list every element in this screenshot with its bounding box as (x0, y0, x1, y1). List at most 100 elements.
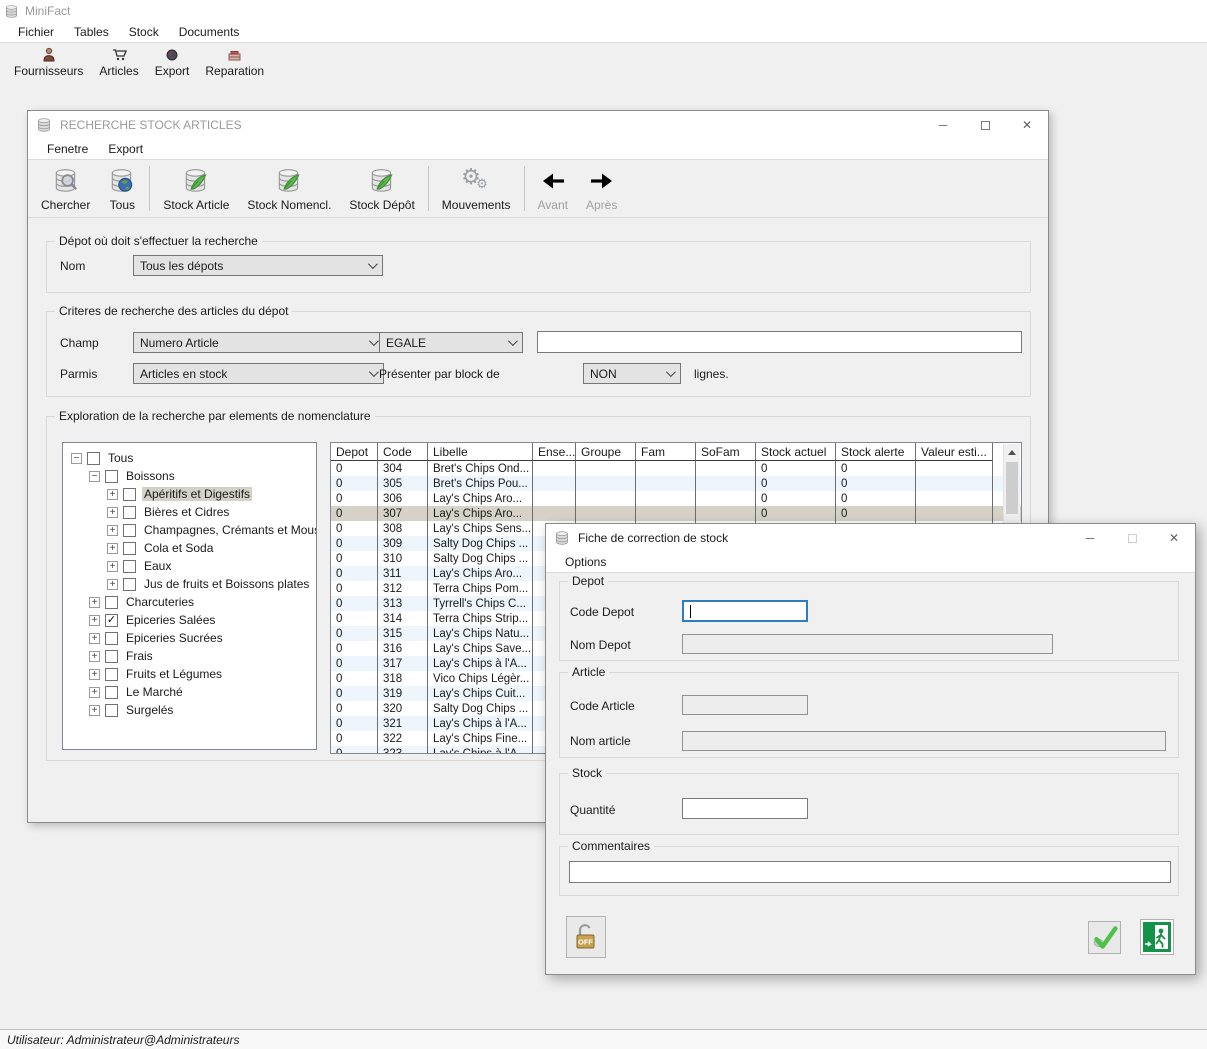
tree-checkbox[interactable] (105, 668, 118, 681)
stock-nomencl-button[interactable]: Stock Nomencl. (238, 160, 340, 217)
tree-item[interactable]: + Eaux (63, 557, 316, 575)
tree-item[interactable]: + Bières et Cidres (63, 503, 316, 521)
dialog-close-button[interactable]: ✕ (1153, 524, 1195, 552)
tree-item-label[interactable]: Eaux (142, 559, 173, 573)
code-depot-input[interactable] (682, 600, 808, 622)
tree-checkbox[interactable] (123, 524, 136, 537)
table-row[interactable]: 0 304 Bret's Chips Ond... 0 0 (331, 461, 1021, 476)
dialog-minimize-button[interactable]: ─ (1069, 524, 1111, 552)
search-window-titlebar[interactable]: RECHERCHE STOCK ARTICLES ─ ✕ (28, 111, 1048, 139)
menu-tables[interactable]: Tables (64, 22, 119, 42)
tree-item-label[interactable]: Tous (106, 451, 135, 465)
tree-checkbox[interactable] (105, 470, 118, 483)
tree-item[interactable]: − Tous (63, 449, 316, 467)
col-stock-actuel[interactable]: Stock actuel (756, 443, 836, 461)
tous-button[interactable]: Tous (99, 160, 145, 217)
tree-item[interactable]: + Jus de fruits et Boissons plates (63, 575, 316, 593)
tree-expander-icon[interactable]: + (107, 543, 118, 554)
menu-stock[interactable]: Stock (119, 22, 169, 42)
tree-item[interactable]: − Boissons (63, 467, 316, 485)
menu-documents[interactable]: Documents (169, 22, 250, 42)
articles-button[interactable]: Articles (91, 45, 146, 79)
minimize-button[interactable]: ─ (922, 111, 964, 139)
tree-item[interactable]: + Cola et Soda (63, 539, 316, 557)
nomenclature-tree[interactable]: − Tous − Boissons + Apéritifs et Digesti… (62, 442, 317, 750)
tree-item-label[interactable]: Charcuteries (124, 595, 196, 609)
chercher-button[interactable]: Chercher (32, 160, 99, 217)
tree-item[interactable]: + Epiceries Sucrées (63, 629, 316, 647)
tree-checkbox[interactable] (105, 596, 118, 609)
col-valeur-esti[interactable]: Valeur esti... (916, 443, 993, 461)
tree-item-label[interactable]: Le Marché (124, 685, 185, 699)
tree-checkbox[interactable] (105, 704, 118, 717)
tree-expander-icon[interactable]: + (89, 597, 100, 608)
tree-checkbox[interactable] (123, 542, 136, 555)
tree-checkbox[interactable] (123, 506, 136, 519)
col-stock-alerte[interactable]: Stock alerte (836, 443, 916, 461)
field-select[interactable]: Numero Article (133, 332, 384, 353)
exit-button[interactable] (1140, 919, 1174, 955)
menu-fenetre[interactable]: Fenetre (37, 140, 98, 158)
tree-expander-icon[interactable]: + (107, 525, 118, 536)
maximize-button[interactable] (964, 111, 1006, 139)
tree-expander-icon[interactable]: + (107, 489, 118, 500)
col-libelle[interactable]: Libelle (428, 443, 533, 461)
operator-select[interactable]: EGALE (379, 332, 523, 353)
tree-checkbox[interactable] (105, 650, 118, 663)
tree-checkbox[interactable]: ✓ (105, 614, 118, 627)
tree-item-label[interactable]: Bières et Cidres (142, 505, 231, 519)
tree-expander-icon[interactable]: + (89, 705, 100, 716)
quantite-input[interactable] (682, 798, 808, 819)
dialog-titlebar[interactable]: Fiche de correction de stock ─ ✕ (546, 524, 1195, 552)
scrollbar-thumb[interactable] (1006, 462, 1018, 514)
col-groupe[interactable]: Groupe (576, 443, 636, 461)
tree-item[interactable]: + Le Marché (63, 683, 316, 701)
tree-expander-icon[interactable]: + (89, 633, 100, 644)
tree-item-label[interactable]: Frais (124, 649, 155, 663)
stock-depot-button[interactable]: Stock Dépôt (340, 160, 423, 217)
col-ense[interactable]: Ense... (533, 443, 576, 461)
tree-item-label[interactable]: Jus de fruits et Boissons plates (142, 577, 311, 591)
tree-expander-icon[interactable]: + (107, 579, 118, 590)
tree-item[interactable]: + Frais (63, 647, 316, 665)
apres-button[interactable]: Après (577, 160, 626, 217)
tree-item[interactable]: + Apéritifs et Digestifs (63, 485, 316, 503)
tree-item-label[interactable]: Apéritifs et Digestifs (142, 487, 252, 501)
menu-options[interactable]: Options (555, 553, 616, 571)
scrollbar-up-arrow[interactable] (1004, 444, 1020, 461)
tree-expander-icon[interactable]: + (89, 651, 100, 662)
tree-item-label[interactable]: Champagnes, Crémants et Mouss... (142, 523, 317, 537)
search-value-input[interactable] (537, 331, 1022, 353)
table-row[interactable]: 0 307 Lay's Chips Aro... 0 0 (331, 506, 1021, 521)
parmis-select[interactable]: Articles en stock (133, 363, 384, 384)
tree-item-label[interactable]: Fruits et Légumes (124, 667, 224, 681)
col-sofam[interactable]: SoFam (696, 443, 756, 461)
tree-item[interactable]: + ✓ Epiceries Salées (63, 611, 316, 629)
mouvements-button[interactable]: ⚙⚙ Mouvements (433, 160, 520, 217)
tree-item[interactable]: + Fruits et Légumes (63, 665, 316, 683)
tree-expander-icon[interactable]: + (89, 669, 100, 680)
table-row[interactable]: 0 306 Lay's Chips Aro... 0 0 (331, 491, 1021, 506)
menu-export[interactable]: Export (98, 140, 153, 158)
tree-expander-icon[interactable]: + (107, 561, 118, 572)
validate-button[interactable] (1088, 921, 1121, 954)
tree-checkbox[interactable] (123, 488, 136, 501)
col-fam[interactable]: Fam (636, 443, 696, 461)
tree-expander-icon[interactable]: + (89, 687, 100, 698)
tree-checkbox[interactable] (87, 452, 100, 465)
tree-checkbox[interactable] (105, 632, 118, 645)
commentaires-input[interactable] (569, 861, 1171, 883)
col-code[interactable]: Code (378, 443, 428, 461)
tree-item-label[interactable]: Boissons (124, 469, 177, 483)
tree-checkbox[interactable] (123, 578, 136, 591)
tree-expander-icon[interactable]: + (107, 507, 118, 518)
tree-checkbox[interactable] (123, 560, 136, 573)
lock-toggle-button[interactable]: OFF (566, 916, 606, 958)
tree-item-label[interactable]: Surgelés (124, 703, 175, 717)
block-select[interactable]: NON (583, 363, 681, 384)
col-depot[interactable]: Depot (331, 443, 378, 461)
tree-item-label[interactable]: Epiceries Salées (124, 613, 217, 627)
tree-item[interactable]: + Surgelés (63, 701, 316, 719)
tree-item[interactable]: + Charcuteries (63, 593, 316, 611)
avant-button[interactable]: Avant (529, 160, 577, 217)
